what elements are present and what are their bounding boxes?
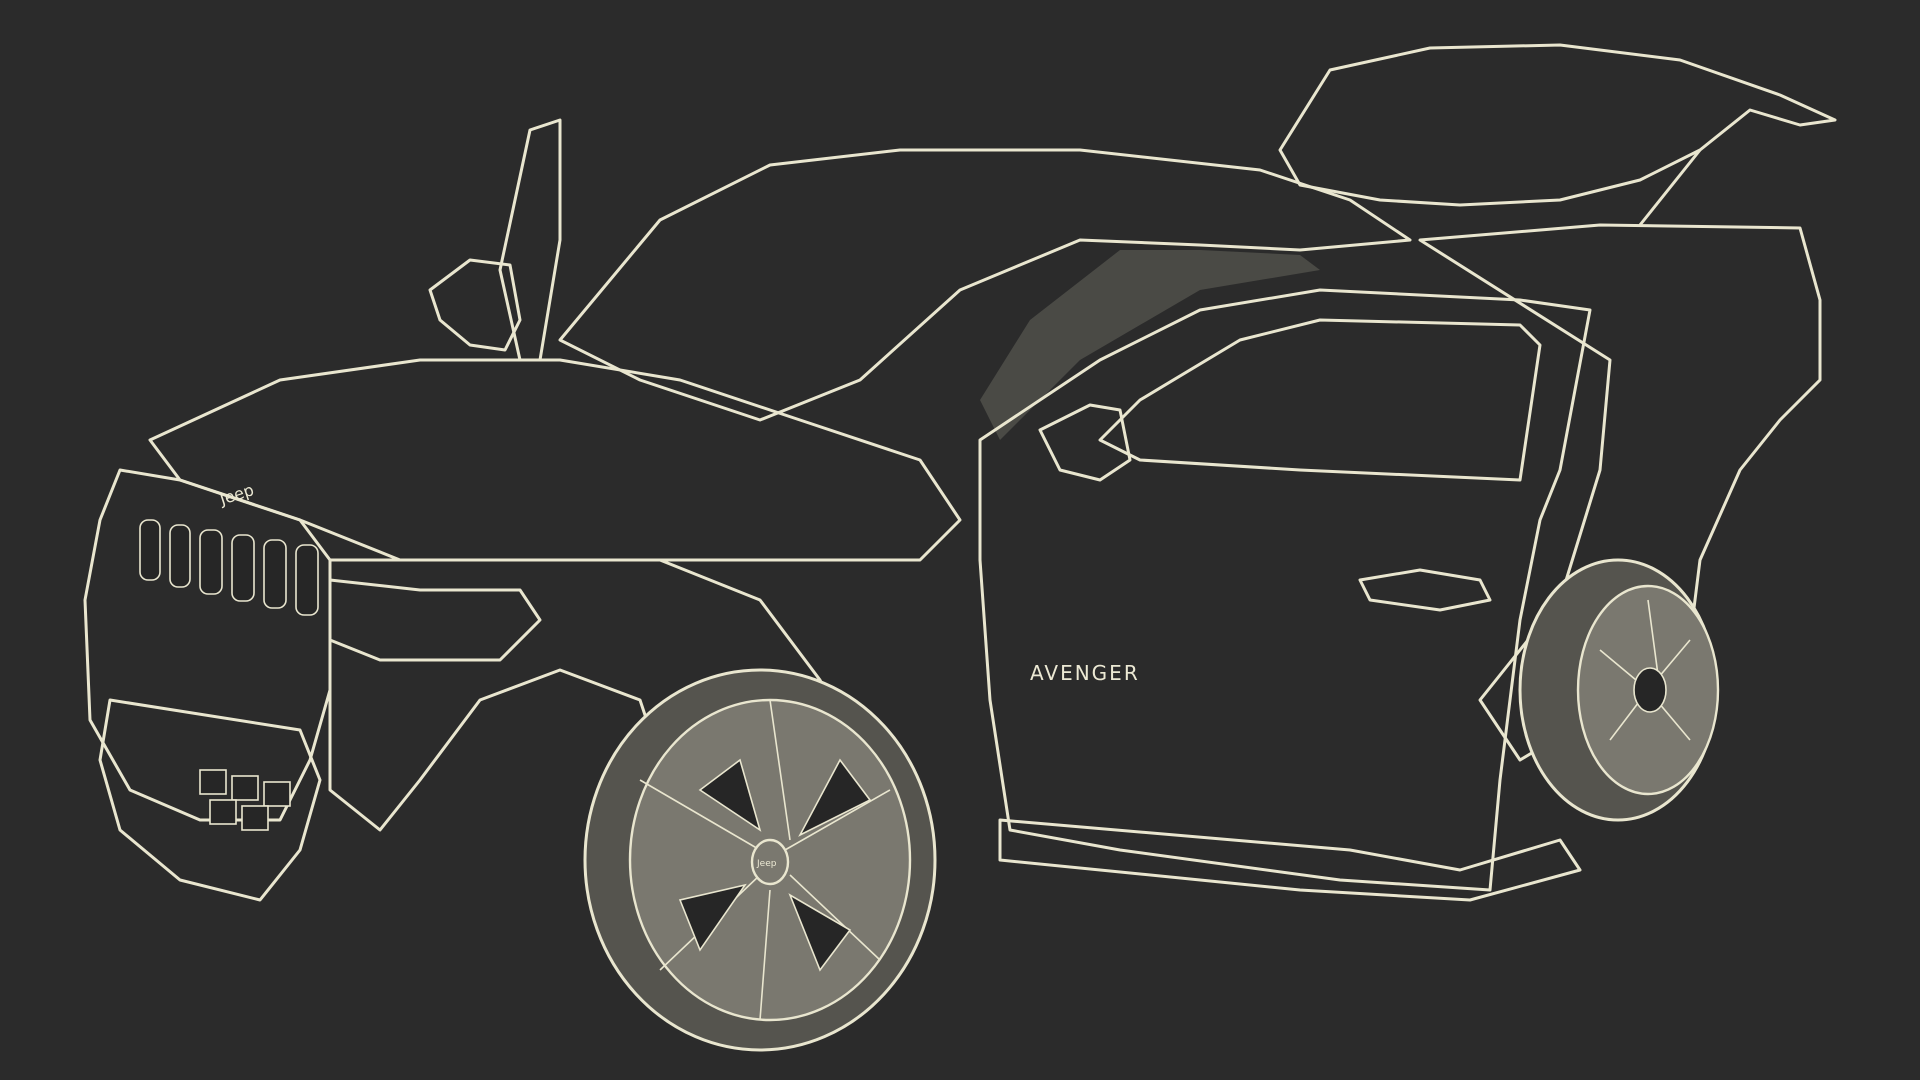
grille: [139, 519, 319, 616]
render-viewport: Jeep Jeep AVENGER: [0, 0, 1920, 1080]
front-fascia: [83, 468, 332, 822]
headlamp: [328, 578, 542, 662]
front-wheel: Jeep: [583, 668, 937, 1052]
hub-logo: Jeep: [756, 859, 777, 869]
door-badge: AVENGER: [1030, 661, 1140, 685]
windshield: [980, 250, 1320, 440]
door-handle: [1358, 568, 1492, 612]
front-door: [978, 288, 1592, 892]
tailgate: [1278, 43, 1837, 207]
roof: [558, 148, 1412, 422]
rear-wheel: [1518, 558, 1720, 822]
side-skirt: [998, 818, 1582, 902]
raised-pillar: [498, 118, 562, 362]
door-window: [1098, 318, 1542, 482]
car-wireframe: Jeep Jeep AVENGER: [83, 43, 1837, 1052]
door-mirror: [1038, 403, 1132, 482]
